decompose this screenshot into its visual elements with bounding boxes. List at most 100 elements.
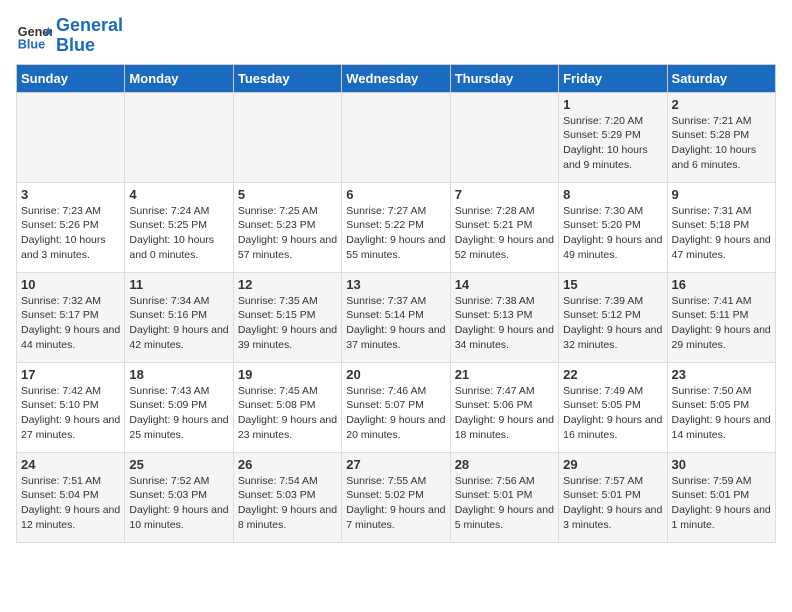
day-info: Sunrise: 7:38 AM Sunset: 5:13 PM Dayligh…: [455, 294, 554, 353]
day-info: Sunrise: 7:49 AM Sunset: 5:05 PM Dayligh…: [563, 384, 662, 443]
day-number: 18: [129, 367, 228, 382]
calendar-cell: [450, 92, 558, 182]
weekday-header-sunday: Sunday: [17, 64, 125, 92]
calendar-cell: 21Sunrise: 7:47 AM Sunset: 5:06 PM Dayli…: [450, 362, 558, 452]
logo-icon: General Blue: [16, 18, 52, 54]
calendar-cell: 15Sunrise: 7:39 AM Sunset: 5:12 PM Dayli…: [559, 272, 667, 362]
day-info: Sunrise: 7:50 AM Sunset: 5:05 PM Dayligh…: [672, 384, 771, 443]
calendar-cell: 9 Sunrise: 7:31 AM Sunset: 5:18 PM Daylig…: [667, 182, 775, 272]
calendar-cell: [342, 92, 450, 182]
weekday-header-thursday: Thursday: [450, 64, 558, 92]
weekday-header-saturday: Saturday: [667, 64, 775, 92]
calendar-cell: 29 Sunrise: 7:57 AM Sunset: 5:01 PM Dayli…: [559, 452, 667, 542]
day-number: 16: [672, 277, 771, 292]
day-number: 12: [238, 277, 337, 292]
calendar-cell: 28 Sunrise: 7:56 AM Sunset: 5:01 PM Dayli…: [450, 452, 558, 542]
day-number: 30: [672, 457, 771, 472]
calendar-cell: 14 Sunrise: 7:38 AM Sunset: 5:13 PM Dayli…: [450, 272, 558, 362]
day-info: Sunrise: 7:51 AM Sunset: 5:04 PM Dayligh…: [21, 474, 120, 533]
day-info: Sunrise: 7:21 AM Sunset: 5:28 PM Dayligh…: [672, 114, 771, 173]
day-info: Sunrise: 7:27 AM Sunset: 5:22 PM Dayligh…: [346, 204, 445, 263]
day-number: 26: [238, 457, 337, 472]
day-number: 8: [563, 187, 662, 202]
logo: General Blue GeneralBlue: [16, 16, 123, 56]
calendar-cell: 5Sunrise: 7:25 AM Sunset: 5:23 PM Daylig…: [233, 182, 341, 272]
calendar-cell: 8 Sunrise: 7:30 AM Sunset: 5:20 PM Daylig…: [559, 182, 667, 272]
week-row-4: 17Sunrise: 7:42 AM Sunset: 5:10 PM Dayli…: [17, 362, 776, 452]
day-info: Sunrise: 7:35 AM Sunset: 5:15 PM Dayligh…: [238, 294, 337, 353]
day-number: 3: [21, 187, 120, 202]
day-number: 27: [346, 457, 445, 472]
calendar-cell: 26 Sunrise: 7:54 AM Sunset: 5:03 PM Dayli…: [233, 452, 341, 542]
day-info: Sunrise: 7:52 AM Sunset: 5:03 PM Dayligh…: [129, 474, 228, 533]
day-number: 14: [455, 277, 554, 292]
page-header: General Blue GeneralBlue: [16, 16, 776, 56]
calendar-cell: 13 Sunrise: 7:37 AM Sunset: 5:14 PM Dayli…: [342, 272, 450, 362]
calendar-cell: 20 Sunrise: 7:46 AM Sunset: 5:07 PM Dayli…: [342, 362, 450, 452]
calendar-cell: 23Sunrise: 7:50 AM Sunset: 5:05 PM Dayli…: [667, 362, 775, 452]
day-info: Sunrise: 7:20 AM Sunset: 5:29 PM Dayligh…: [563, 114, 662, 173]
day-info: Sunrise: 7:59 AM Sunset: 5:01 PM Dayligh…: [672, 474, 771, 533]
day-info: Sunrise: 7:34 AM Sunset: 5:16 PM Dayligh…: [129, 294, 228, 353]
calendar-cell: [233, 92, 341, 182]
day-number: 10: [21, 277, 120, 292]
calendar-cell: 12 Sunrise: 7:35 AM Sunset: 5:15 PM Dayli…: [233, 272, 341, 362]
calendar-cell: 19 Sunrise: 7:45 AM Sunset: 5:08 PM Dayli…: [233, 362, 341, 452]
calendar-cell: 4Sunrise: 7:24 AM Sunset: 5:25 PM Daylig…: [125, 182, 233, 272]
calendar-cell: 16 Sunrise: 7:41 AM Sunset: 5:11 PM Dayli…: [667, 272, 775, 362]
calendar-cell: 1 Sunrise: 7:20 AM Sunset: 5:29 PM Daylig…: [559, 92, 667, 182]
day-number: 28: [455, 457, 554, 472]
calendar-cell: 30 Sunrise: 7:59 AM Sunset: 5:01 PM Dayli…: [667, 452, 775, 542]
day-number: 6: [346, 187, 445, 202]
logo-text: GeneralBlue: [56, 16, 123, 56]
calendar-cell: 6 Sunrise: 7:27 AM Sunset: 5:22 PM Daylig…: [342, 182, 450, 272]
calendar-table: SundayMondayTuesdayWednesdayThursdayFrid…: [16, 64, 776, 543]
calendar-cell: [17, 92, 125, 182]
day-info: Sunrise: 7:28 AM Sunset: 5:21 PM Dayligh…: [455, 204, 554, 263]
day-number: 29: [563, 457, 662, 472]
calendar-cell: 3Sunrise: 7:23 AM Sunset: 5:26 PM Daylig…: [17, 182, 125, 272]
day-number: 22: [563, 367, 662, 382]
day-info: Sunrise: 7:37 AM Sunset: 5:14 PM Dayligh…: [346, 294, 445, 353]
day-number: 20: [346, 367, 445, 382]
day-number: 11: [129, 277, 228, 292]
day-info: Sunrise: 7:25 AM Sunset: 5:23 PM Dayligh…: [238, 204, 337, 263]
weekday-header-monday: Monday: [125, 64, 233, 92]
day-info: Sunrise: 7:41 AM Sunset: 5:11 PM Dayligh…: [672, 294, 771, 353]
day-number: 13: [346, 277, 445, 292]
calendar-cell: 7Sunrise: 7:28 AM Sunset: 5:21 PM Daylig…: [450, 182, 558, 272]
day-info: Sunrise: 7:55 AM Sunset: 5:02 PM Dayligh…: [346, 474, 445, 533]
calendar-cell: 18 Sunrise: 7:43 AM Sunset: 5:09 PM Dayli…: [125, 362, 233, 452]
day-info: Sunrise: 7:46 AM Sunset: 5:07 PM Dayligh…: [346, 384, 445, 443]
day-info: Sunrise: 7:43 AM Sunset: 5:09 PM Dayligh…: [129, 384, 228, 443]
day-info: Sunrise: 7:57 AM Sunset: 5:01 PM Dayligh…: [563, 474, 662, 533]
calendar-cell: [125, 92, 233, 182]
day-info: Sunrise: 7:45 AM Sunset: 5:08 PM Dayligh…: [238, 384, 337, 443]
day-number: 17: [21, 367, 120, 382]
day-number: 25: [129, 457, 228, 472]
day-number: 21: [455, 367, 554, 382]
weekday-header-tuesday: Tuesday: [233, 64, 341, 92]
day-info: Sunrise: 7:30 AM Sunset: 5:20 PM Dayligh…: [563, 204, 662, 263]
day-info: Sunrise: 7:32 AM Sunset: 5:17 PM Dayligh…: [21, 294, 120, 353]
day-info: Sunrise: 7:56 AM Sunset: 5:01 PM Dayligh…: [455, 474, 554, 533]
calendar-cell: 24 Sunrise: 7:51 AM Sunset: 5:04 PM Dayli…: [17, 452, 125, 542]
day-number: 24: [21, 457, 120, 472]
day-info: Sunrise: 7:31 AM Sunset: 5:18 PM Dayligh…: [672, 204, 771, 263]
calendar-cell: 17Sunrise: 7:42 AM Sunset: 5:10 PM Dayli…: [17, 362, 125, 452]
day-number: 19: [238, 367, 337, 382]
calendar-cell: 10 Sunrise: 7:32 AM Sunset: 5:17 PM Dayli…: [17, 272, 125, 362]
week-row-1: 1 Sunrise: 7:20 AM Sunset: 5:29 PM Daylig…: [17, 92, 776, 182]
day-number: 1: [563, 97, 662, 112]
calendar-cell: 25 Sunrise: 7:52 AM Sunset: 5:03 PM Dayli…: [125, 452, 233, 542]
day-number: 4: [129, 187, 228, 202]
day-info: Sunrise: 7:54 AM Sunset: 5:03 PM Dayligh…: [238, 474, 337, 533]
day-number: 2: [672, 97, 771, 112]
day-info: Sunrise: 7:39 AM Sunset: 5:12 PM Dayligh…: [563, 294, 662, 353]
calendar-cell: 22 Sunrise: 7:49 AM Sunset: 5:05 PM Dayli…: [559, 362, 667, 452]
calendar-cell: 11 Sunrise: 7:34 AM Sunset: 5:16 PM Dayli…: [125, 272, 233, 362]
calendar-header: SundayMondayTuesdayWednesdayThursdayFrid…: [17, 64, 776, 92]
day-number: 9: [672, 187, 771, 202]
week-row-2: 3Sunrise: 7:23 AM Sunset: 5:26 PM Daylig…: [17, 182, 776, 272]
weekday-header-wednesday: Wednesday: [342, 64, 450, 92]
